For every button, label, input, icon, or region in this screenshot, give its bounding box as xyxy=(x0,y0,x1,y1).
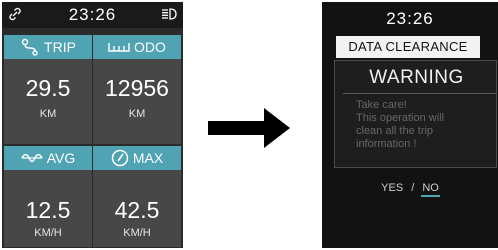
odo-header: ODO xyxy=(93,35,181,59)
trip-unit: KM xyxy=(39,108,57,120)
right-arrow-icon xyxy=(208,108,290,148)
trip-header: TRIP xyxy=(4,35,92,59)
confirm-options: YES / NO xyxy=(322,182,498,197)
avg-header: AVG xyxy=(4,146,92,170)
average-speed-icon xyxy=(21,153,43,163)
clock: 23:26 xyxy=(386,9,434,28)
max-header: MAX xyxy=(93,146,181,170)
option-separator: / xyxy=(411,182,415,194)
trip-value: 29.5 xyxy=(25,75,71,101)
warning-dialog: WARNING Take care! This operation will c… xyxy=(334,60,497,168)
odo-label: ODO xyxy=(134,39,166,55)
odo-value: 12956 xyxy=(105,75,169,101)
trip-label: TRIP xyxy=(44,39,76,55)
odo-unit: KM xyxy=(128,108,146,120)
avg-body: 12.5 KM/H xyxy=(4,170,92,247)
no-button[interactable]: NO xyxy=(421,182,440,197)
warning-divider xyxy=(343,93,496,94)
avg-label: AVG xyxy=(46,150,76,166)
max-unit: KM/H xyxy=(123,227,151,239)
dashboard-screen: 23:26 TRIP 29.5 KM ODO 12956 KM AVG 12.5… xyxy=(2,2,183,248)
trip-body: 29.5 KM xyxy=(4,59,92,144)
warning-line: information ! xyxy=(356,138,417,150)
yes-button[interactable]: YES xyxy=(381,182,403,194)
avg-cell[interactable]: AVG 12.5 KM/H xyxy=(4,146,92,247)
trip-route-icon xyxy=(21,38,38,56)
page-title: DATA CLEARANCE xyxy=(336,36,480,58)
odo-body: 12956 KM xyxy=(93,59,181,144)
max-value: 42.5 xyxy=(114,197,160,223)
avg-value: 12.5 xyxy=(25,197,71,223)
odo-cell[interactable]: ODO 12956 KM xyxy=(93,35,181,144)
status-bar: 23:26 xyxy=(2,2,183,28)
warning-line: This operation will xyxy=(356,112,445,124)
warning-line: clean all the trip xyxy=(356,125,434,137)
max-cell[interactable]: MAX 42.5 KM/H xyxy=(93,146,181,247)
odometer-icon xyxy=(108,43,130,52)
warning-title: WARNING xyxy=(369,67,464,88)
max-speed-gauge-icon xyxy=(111,149,129,167)
warning-message: Take care! This operation will clean all… xyxy=(356,99,496,151)
data-clearance-screen: 23:26 DATA CLEARANCE WARNING Take care! … xyxy=(322,2,498,248)
trip-cell[interactable]: TRIP 29.5 KM xyxy=(4,35,92,144)
max-body: 42.5 KM/H xyxy=(93,170,181,247)
max-label: MAX xyxy=(132,150,164,166)
warning-line: Take care! xyxy=(356,99,407,111)
headlight-icon xyxy=(162,8,177,20)
avg-unit: KM/H xyxy=(34,227,62,239)
clock: 23:26 xyxy=(68,5,117,24)
